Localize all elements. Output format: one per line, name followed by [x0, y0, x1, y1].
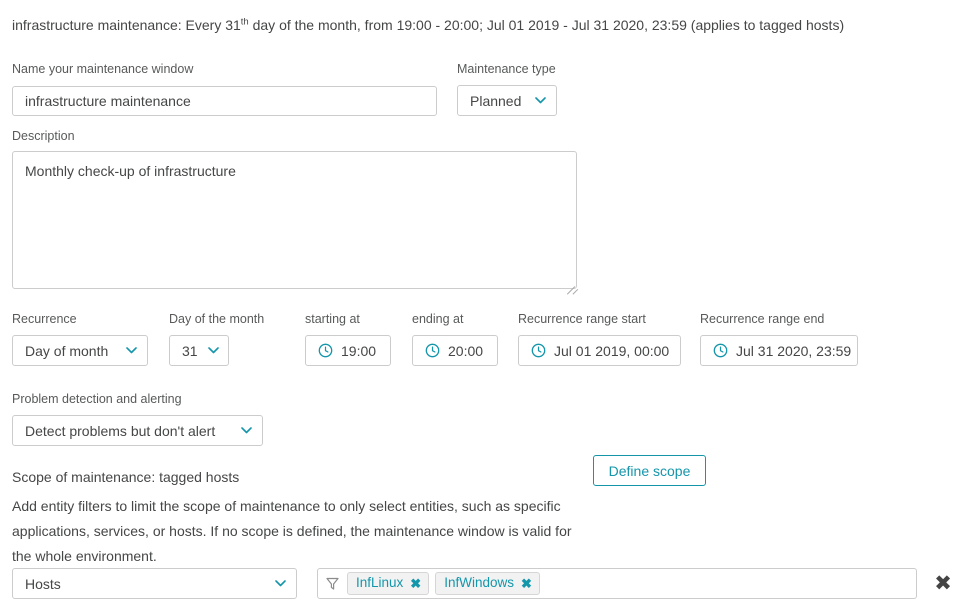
clock-icon: [425, 343, 440, 358]
ending-at-label: ending at: [412, 312, 464, 326]
entity-type-value: Hosts: [25, 575, 61, 592]
recurrence-label: Recurrence: [12, 312, 77, 326]
problem-detection-select[interactable]: Detect problems but don't alert: [12, 415, 263, 446]
scope-description: Add entity filters to limit the scope of…: [12, 498, 572, 564]
ending-at-value: 20:00: [448, 342, 484, 359]
description-textarea[interactable]: [12, 151, 577, 289]
chevron-down-icon: [275, 580, 286, 587]
tag-chip[interactable]: InfWindows ✖: [435, 572, 540, 595]
clock-icon: [318, 343, 333, 358]
range-start-label: Recurrence range start: [518, 312, 646, 326]
remove-filter-row-icon[interactable]: ✖: [931, 571, 955, 595]
maintenance-type-select[interactable]: Planned: [457, 85, 557, 116]
summary-rest: day of the month, from 19:00 - 20:00; Ju…: [248, 17, 845, 33]
range-end-field[interactable]: Jul 31 2020, 23:59: [700, 335, 858, 366]
tag-remove-icon[interactable]: ✖: [410, 577, 421, 590]
day-of-month-select[interactable]: 31: [169, 335, 229, 366]
summary-prefix: infrastructure maintenance: Every 31: [12, 17, 241, 33]
problem-detection-value: Detect problems but don't alert: [25, 422, 216, 439]
tag-remove-icon[interactable]: ✖: [521, 577, 532, 590]
maintenance-type-value: Planned: [470, 92, 522, 109]
tag-label: InfWindows: [444, 575, 514, 590]
recurrence-value: Day of month: [25, 342, 109, 359]
name-label: Name your maintenance window: [12, 62, 194, 76]
clock-icon: [713, 343, 728, 358]
maintenance-summary: infrastructure maintenance: Every 31th d…: [12, 15, 844, 35]
chevron-down-icon: [116, 347, 137, 354]
range-start-field[interactable]: Jul 01 2019, 00:00: [518, 335, 681, 366]
name-input[interactable]: [12, 86, 437, 116]
tag-label: InfLinux: [356, 575, 404, 590]
ending-at-time-field[interactable]: 20:00: [412, 335, 498, 366]
clock-icon: [531, 343, 546, 358]
maintenance-window-form: infrastructure maintenance: Every 31th d…: [0, 0, 980, 610]
tag-chip[interactable]: InfLinux ✖: [347, 572, 430, 595]
starting-at-label: starting at: [305, 312, 360, 326]
problem-detection-label: Problem detection and alerting: [12, 392, 182, 406]
funnel-icon: [326, 577, 339, 591]
starting-at-value: 19:00: [341, 342, 377, 359]
range-end-label: Recurrence range end: [700, 312, 825, 326]
tag-filter-field[interactable]: InfLinux ✖ InfWindows ✖: [317, 568, 917, 599]
starting-at-time-field[interactable]: 19:00: [305, 335, 391, 366]
range-start-value: Jul 01 2019, 00:00: [554, 342, 670, 359]
summary-ordinal-suffix: th: [240, 16, 249, 28]
define-scope-button[interactable]: Define scope: [593, 455, 706, 486]
chevron-down-icon: [231, 427, 252, 434]
day-of-month-label: Day of the month: [169, 312, 265, 326]
chevron-down-icon: [198, 347, 219, 354]
day-of-month-value: 31: [182, 342, 198, 359]
maintenance-type-label: Maintenance type: [457, 62, 556, 76]
chevron-down-icon: [525, 97, 546, 104]
scope-title: Scope of maintenance: tagged hosts: [12, 469, 240, 485]
recurrence-select[interactable]: Day of month: [12, 335, 148, 366]
entity-type-select[interactable]: Hosts: [12, 568, 297, 599]
range-end-value: Jul 31 2020, 23:59: [736, 342, 852, 359]
description-label: Description: [12, 129, 75, 143]
